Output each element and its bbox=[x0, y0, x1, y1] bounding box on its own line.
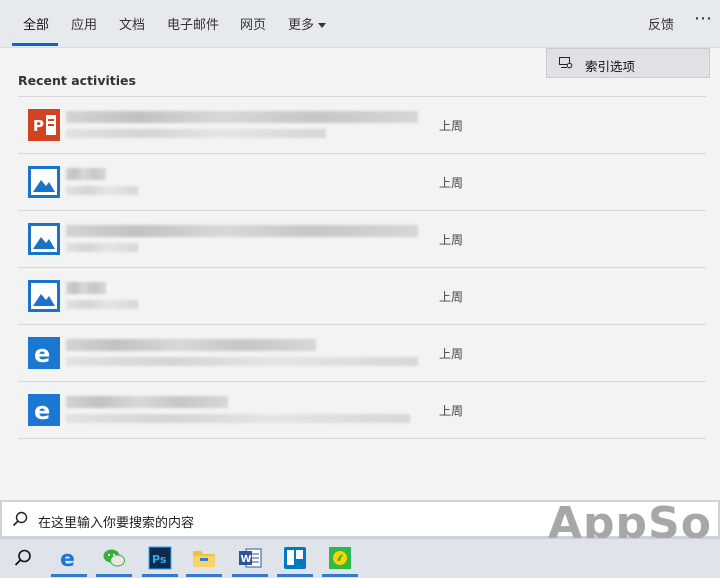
word-icon: W bbox=[239, 548, 262, 568]
chevron-down-icon bbox=[318, 23, 327, 28]
trello-icon bbox=[284, 547, 306, 569]
activity-time: 上周 bbox=[439, 176, 464, 190]
photos-icon bbox=[28, 280, 60, 312]
recent-activities-heading: Recent activities bbox=[18, 73, 136, 88]
taskbar-word[interactable]: W bbox=[228, 539, 272, 578]
list-item[interactable]: e 上周 bbox=[18, 324, 706, 381]
word-label: W bbox=[241, 554, 252, 565]
list-item[interactable]: P 上周 bbox=[18, 96, 706, 153]
tab-more-label: 更多 bbox=[288, 18, 315, 33]
tab-more[interactable]: 更多 bbox=[288, 14, 327, 33]
blurred-title bbox=[66, 225, 418, 237]
list-item[interactable]: 上周 bbox=[18, 267, 706, 324]
activity-time: 上周 bbox=[439, 233, 464, 247]
blurred-path bbox=[66, 300, 138, 309]
blurred-path bbox=[66, 357, 418, 366]
tab-documents[interactable]: 文档 bbox=[119, 14, 145, 33]
taskbar-trello[interactable] bbox=[273, 539, 317, 578]
taskbar-photoshop[interactable]: Ps bbox=[138, 539, 182, 578]
photos-icon bbox=[28, 166, 60, 198]
svg-text:P: P bbox=[33, 117, 44, 135]
taskbar-search-icon[interactable] bbox=[14, 549, 32, 567]
edge-icon: e bbox=[28, 394, 60, 426]
tab-apps[interactable]: 应用 bbox=[71, 14, 97, 33]
tab-email[interactable]: 电子邮件 bbox=[167, 14, 219, 33]
file-explorer-icon bbox=[193, 551, 215, 567]
taskbar: e Ps W bbox=[0, 538, 720, 578]
blurred-title bbox=[66, 396, 228, 408]
blurred-title bbox=[66, 339, 316, 351]
svg-text:e: e bbox=[34, 340, 50, 368]
search-icon bbox=[12, 511, 28, 527]
blurred-path bbox=[66, 414, 410, 423]
photos-icon bbox=[28, 223, 60, 255]
search-scope-bar: 全部 应用 文档 电子邮件 网页 更多 反馈 ⋯ bbox=[0, 0, 720, 48]
blurred-path bbox=[66, 129, 326, 138]
wechat-icon bbox=[103, 549, 125, 567]
taskbar-feeds-app[interactable] bbox=[318, 539, 362, 578]
activity-time: 上周 bbox=[439, 119, 464, 133]
taskbar-wechat[interactable] bbox=[92, 539, 136, 578]
taskbar-file-explorer[interactable] bbox=[182, 539, 226, 578]
feedback-button[interactable]: 反馈 bbox=[648, 14, 674, 33]
list-item[interactable]: 上周 bbox=[18, 210, 706, 267]
photoshop-icon: Ps bbox=[148, 546, 172, 570]
activity-time: 上周 bbox=[439, 404, 464, 418]
search-input[interactable]: 在这里输入你要搜索的内容 bbox=[38, 512, 194, 531]
list-item[interactable]: e 上周 bbox=[18, 381, 706, 439]
tab-web[interactable]: 网页 bbox=[240, 14, 266, 33]
edge-icon: e bbox=[28, 337, 60, 369]
edge-icon: e bbox=[60, 547, 75, 570]
photoshop-label: Ps bbox=[152, 553, 167, 566]
blurred-path bbox=[66, 186, 138, 195]
blurred-title bbox=[66, 111, 418, 123]
list-item[interactable]: 上周 bbox=[18, 153, 706, 210]
recent-activities-list: P 上周 上周 上周 上周 e 上周 e 上周 bbox=[18, 96, 706, 439]
activity-time: 上周 bbox=[439, 347, 464, 361]
svg-text:e: e bbox=[34, 397, 50, 425]
index-options-label: 索引选项 bbox=[585, 59, 636, 74]
taskbar-edge[interactable]: e bbox=[47, 539, 91, 578]
indexing-icon bbox=[559, 57, 573, 69]
activity-time: 上周 bbox=[439, 290, 464, 304]
blurred-path bbox=[66, 243, 138, 252]
active-tab-indicator bbox=[12, 43, 58, 46]
more-options-icon[interactable]: ⋯ bbox=[694, 8, 713, 29]
tab-all[interactable]: 全部 bbox=[23, 14, 49, 33]
index-options-menu-item[interactable]: 索引选项 bbox=[546, 48, 710, 78]
blurred-title bbox=[66, 168, 106, 180]
svg-text:e: e bbox=[60, 547, 75, 570]
powerpoint-icon: P bbox=[28, 109, 60, 141]
feeds-icon bbox=[329, 547, 351, 569]
blurred-title bbox=[66, 282, 106, 294]
